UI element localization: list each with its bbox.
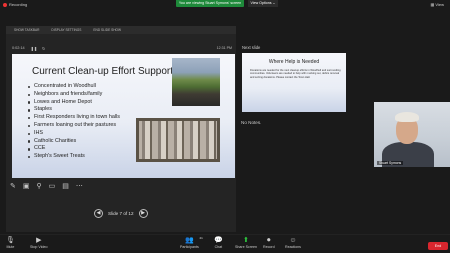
- bullet-item: Neighbors and friends/family: [28, 91, 120, 99]
- presenter-timer-bar: 0:02:14 ❚❚ ↻ 12:31 PM: [6, 44, 236, 52]
- smiley-icon: ☺: [289, 237, 297, 244]
- previous-slide-button[interactable]: ◀: [94, 208, 103, 218]
- end-slide-show-button[interactable]: END SLIDE SHOW: [93, 28, 121, 32]
- pen-icon[interactable]: ✎: [10, 183, 16, 190]
- meeting-controls: 🎙 Mute ▶ Stop Video 👥 21 Participants 💬 …: [0, 234, 450, 253]
- participants-button[interactable]: 👥 21 Participants: [180, 236, 203, 249]
- video-person-hair: [395, 112, 419, 122]
- participants-icon: 👥: [185, 237, 194, 244]
- recording-dot-icon: [3, 2, 7, 7]
- chat-label: Chat: [214, 245, 223, 249]
- share-screen-label: Share Screen: [235, 245, 257, 249]
- bullet-item: Catholic Charities: [28, 138, 120, 146]
- next-slide-body: Donations are needed for the next cleanu…: [250, 69, 341, 79]
- reset-icon[interactable]: ↻: [42, 46, 45, 51]
- zoom-icon[interactable]: ⚲: [37, 183, 42, 190]
- stop-video-button[interactable]: ▶ Stop Video: [30, 237, 48, 249]
- screen-share-banner: You are viewing Stuart Symons' screen: [176, 0, 244, 7]
- current-slide: Current Clean-up Effort Support Concentr…: [12, 54, 235, 178]
- share-screen-icon: ⬆: [243, 237, 249, 244]
- presenter-toolbar: SHOW TASKBAR DISPLAY SETTINGS END SLIDE …: [6, 26, 236, 34]
- view-button[interactable]: ▦ View: [430, 2, 444, 7]
- video-camera-icon: ▶: [36, 237, 42, 244]
- show-taskbar-button[interactable]: SHOW TASKBAR: [14, 28, 39, 32]
- stop-video-label: Stop Video: [30, 245, 48, 249]
- next-slide-title: Where Help is Needed: [268, 59, 320, 65]
- slide-counter: Slide 7 of 12: [108, 210, 134, 216]
- recording-indicator: Recording: [3, 2, 27, 7]
- recording-label: Recording: [9, 2, 28, 7]
- clock-time: 12:31 PM: [216, 46, 232, 50]
- presenter-tools: ✎ ▣ ⚲ ▭ ▤ ⋯: [10, 180, 110, 192]
- top-bar: Recording You are viewing Stuart Symons'…: [0, 0, 450, 10]
- next-slide-button[interactable]: ▶: [138, 208, 148, 218]
- participants-count: 21: [199, 236, 203, 240]
- bullet-item: CCE: [28, 145, 120, 153]
- reactions-button[interactable]: ☺ Reactions: [285, 237, 301, 249]
- microphone-icon: 🎙: [6, 237, 15, 244]
- participant-name: Stuart Symons: [377, 161, 404, 165]
- participants-label: Participants: [180, 245, 199, 249]
- slide-photo-debris: [172, 58, 220, 106]
- record-button[interactable]: ⏺ Record: [263, 237, 275, 249]
- slide-photo-supplies: [136, 118, 220, 162]
- display-settings-button[interactable]: DISPLAY SETTINGS: [51, 28, 81, 32]
- bullet-item: Concentrated in Woodhull: [28, 83, 120, 91]
- mute-button[interactable]: 🎙 Mute: [6, 237, 15, 249]
- reactions-label: Reactions: [285, 245, 301, 249]
- bullet-item: Steph's Sweet Treats: [28, 153, 120, 161]
- next-slide-label: Next slide: [242, 45, 261, 50]
- slides-grid-icon[interactable]: ▣: [23, 183, 30, 190]
- slide-bullets: Concentrated in Woodhull Neighbors and f…: [28, 83, 120, 161]
- chat-button[interactable]: 💬 Chat: [214, 237, 223, 249]
- more-options-icon[interactable]: ⋯: [76, 183, 83, 190]
- subtitles-icon[interactable]: ▤: [62, 183, 69, 190]
- end-meeting-button[interactable]: End: [428, 242, 448, 250]
- slide-navigation: ◀ Slide 7 of 12 ▶: [94, 208, 154, 218]
- record-icon: ⏺: [267, 237, 271, 244]
- view-label: View: [435, 2, 444, 7]
- record-label: Record: [263, 245, 275, 249]
- view-options-button[interactable]: View Options ⌄: [248, 0, 278, 7]
- view-options-label: View Options: [250, 1, 272, 5]
- grid-icon: ▦: [430, 2, 435, 7]
- mute-label: Mute: [6, 245, 15, 249]
- speaker-notes: No Notes.: [241, 120, 262, 125]
- next-slide-preview[interactable]: Where Help is Needed Donations are neede…: [242, 53, 346, 112]
- chevron-down-icon: ⌄: [272, 1, 276, 5]
- chat-icon: 💬: [214, 237, 223, 244]
- bullet-item: First Responders living in town halls: [28, 114, 120, 122]
- participant-video[interactable]: Stuart Symons: [374, 102, 450, 167]
- bullet-item: Farmers loaning out their pastures: [28, 122, 120, 130]
- slide-title: Current Clean-up Effort Support: [32, 66, 174, 77]
- bullet-item: Staples: [28, 106, 120, 114]
- bullet-item: IHS: [28, 130, 120, 138]
- monitor-icon[interactable]: ▭: [49, 183, 56, 190]
- share-screen-button[interactable]: ⬆ Share Screen: [235, 237, 257, 249]
- pause-icon[interactable]: ❚❚: [31, 46, 37, 51]
- bullet-item: Lowes and Home Depot: [28, 99, 120, 107]
- elapsed-time: 0:02:14: [12, 46, 25, 50]
